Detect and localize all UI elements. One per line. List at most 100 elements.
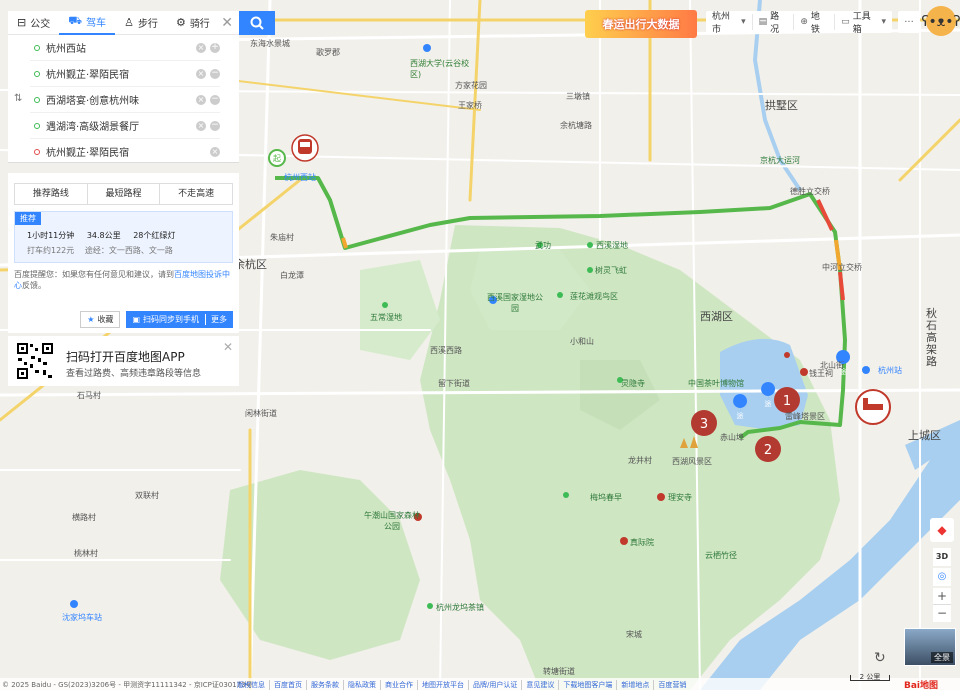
spring-travel-banner[interactable]: 春运出行大数据	[585, 10, 697, 38]
place-label: 转塘街道	[543, 667, 575, 676]
message-button[interactable]: ···	[898, 11, 920, 33]
footer-link[interactable]: 百度首页	[269, 680, 306, 690]
zoom-control: + −	[933, 588, 951, 622]
clear-icon[interactable]: ×	[196, 42, 206, 53]
footer-link[interactable]: 版权信息	[233, 680, 269, 690]
refresh-icon[interactable]: ↻	[874, 650, 886, 666]
tab-recommended-route[interactable]: 推荐路线	[15, 184, 88, 204]
remove-icon[interactable]: −	[210, 94, 220, 105]
more-button[interactable]: 更多	[205, 314, 227, 325]
tip-suffix: 反馈。	[22, 281, 46, 290]
place-label: 西溪西路	[430, 346, 462, 355]
avatar[interactable]: ʕ•ᴥ•ʔ	[921, 6, 960, 36]
place-label: 龙井村	[628, 456, 652, 465]
train-station-icon[interactable]	[291, 134, 319, 162]
waypoint-via-3[interactable]: 遇湖湾·高级湖景餐厅 × −	[30, 113, 220, 139]
add-icon[interactable]: +	[210, 42, 220, 53]
place-label: 五常湿地	[370, 313, 402, 322]
zoom-in-button[interactable]: +	[933, 588, 951, 605]
waypoint-name[interactable]: 杭州觐芷·翠陌民宿	[46, 66, 129, 81]
taxi-fare: 打车约122元	[27, 246, 75, 255]
clear-icon[interactable]: ×	[196, 68, 206, 79]
footer-link[interactable]: 下载地图客户端	[558, 680, 616, 690]
hotel-marker[interactable]	[855, 389, 891, 425]
waypoint-name[interactable]: 遇湖湾·高级湖景餐厅	[46, 118, 139, 133]
footer-link[interactable]: 服务条款	[306, 680, 343, 690]
waypoint-marker-1[interactable]: 1	[774, 387, 800, 413]
tab-drive[interactable]: ⛟ 驾车	[59, 11, 116, 35]
send-label: 扫码同步到手机	[143, 315, 199, 324]
footer-links: 版权信息 百度首页 服务条款 隐私政策 商业合作 地图开放平台 品牌/用户认证 …	[233, 680, 690, 690]
send-to-phone-button[interactable]: ▣ 扫码同步到手机 更多	[126, 311, 233, 328]
compass-button[interactable]: ◆	[930, 518, 954, 542]
waypoint-name[interactable]: 西湖塔宴·创意杭州味	[46, 92, 139, 107]
waypoint-name[interactable]: 杭州西站	[46, 40, 86, 55]
clear-icon[interactable]: ×	[196, 94, 206, 105]
app-download-promo: 扫码打开百度地图APP 查看过路费、高频违章路段等信息 ✕	[8, 336, 239, 386]
clear-icon[interactable]: ×	[196, 120, 206, 131]
waypoint-end[interactable]: 杭州觐芷·翠陌民宿 ×	[30, 139, 220, 165]
walk-icon: ♙	[124, 16, 134, 29]
place-label: 京杭大运河	[760, 156, 800, 165]
place-label: 余杭塘路	[560, 121, 592, 130]
start-marker[interactable]: 起	[268, 149, 286, 167]
waypoint-name[interactable]: 杭州觐芷·翠陌民宿	[46, 144, 129, 159]
waypoint-marker-3[interactable]: 3	[691, 410, 717, 436]
end-dot-icon	[34, 148, 40, 155]
remove-icon[interactable]: −	[210, 68, 220, 79]
footer-link[interactable]: 意见建议	[521, 680, 558, 690]
close-icon[interactable]: ✕	[223, 340, 233, 354]
waypoint-start[interactable]: 杭州西站 × +	[30, 35, 220, 61]
traffic-button[interactable]: ▤ 路况	[753, 12, 795, 35]
place-label: 石马村	[77, 391, 101, 400]
clear-icon[interactable]: ×	[210, 146, 220, 157]
place-label: 中国茶叶博物馆	[688, 379, 744, 388]
panorama-button[interactable]: 全景	[904, 628, 956, 666]
subway-button[interactable]: ⊕ 地铁	[794, 12, 836, 35]
tab-shortest-route[interactable]: 最短路程	[88, 184, 161, 204]
promo-subtitle: 查看过路费、高频违章路段等信息	[66, 369, 202, 379]
qr-code	[16, 342, 54, 380]
place-label: 西溪湿地	[596, 241, 628, 250]
footer-link[interactable]: 商业合作	[380, 680, 417, 690]
feedback-tip: 百度提醒您：如果您有任何意见和建议，请到百度地图投诉中心反馈。	[14, 269, 236, 291]
search-button[interactable]	[239, 11, 275, 35]
tab-walk[interactable]: ♙ 步行	[115, 11, 167, 35]
route-summary-card[interactable]: 推荐 1小时11分钟 34.8公里 28个红绿灯 打车约122元 途经：文一西路…	[14, 211, 233, 263]
toolbox-button[interactable]: ▭ 工具箱 ▾	[835, 12, 892, 35]
footer-link[interactable]: 品牌/用户认证	[468, 680, 521, 690]
footer-link[interactable]: 新增地点	[616, 680, 653, 690]
zoom-out-button[interactable]: −	[933, 605, 951, 622]
swap-icon[interactable]: ⇅	[14, 93, 22, 104]
place-label: 德胜立交桥	[790, 187, 830, 196]
city-label: 杭州市	[712, 12, 731, 35]
footer-link[interactable]: 百度营销	[653, 680, 690, 690]
waypoint-marker-2[interactable]: 2	[755, 436, 781, 462]
place-label: 云栖竹径	[705, 551, 737, 560]
close-icon[interactable]: ✕	[221, 15, 233, 31]
tab-no-highway[interactable]: 不走高速	[160, 184, 232, 204]
route-distance: 34.8公里	[86, 231, 121, 240]
toggle-3d-button[interactable]: 3D	[933, 548, 951, 566]
transport-mode-tabs: ⊟ 公交 ⛟ 驾车 ♙ 步行 ⚙ 骑行 ✕	[8, 11, 239, 35]
waypoint-via-2[interactable]: 西湖塔宴·创意杭州味 × −	[30, 87, 220, 113]
place-label: 杭州西站	[284, 173, 316, 182]
place-label: 真际院	[630, 538, 654, 547]
place-label: 王家桥	[458, 101, 482, 110]
waypoint-via-1[interactable]: 杭州觐芷·翠陌民宿 × −	[30, 61, 220, 87]
place-label: 西湖风景区	[672, 457, 712, 466]
footer-link[interactable]: 地图开放平台	[417, 680, 468, 690]
tab-bike-label: 骑行	[189, 19, 210, 30]
place-label: 留下街道	[438, 379, 470, 388]
route-actions: ★ 收藏 ▣ 扫码同步到手机 更多	[80, 311, 233, 328]
locate-button[interactable]: ◎	[933, 568, 951, 586]
favorite-button[interactable]: ★ 收藏	[80, 311, 121, 328]
tab-bus[interactable]: ⊟ 公交	[8, 11, 59, 35]
chevron-down-icon: ▾	[741, 17, 746, 27]
city-selector[interactable]: 杭州市 ▾	[706, 12, 753, 35]
footer-link[interactable]: 隐私政策	[343, 680, 380, 690]
route-via-roads: 途经：文一西路、文一路	[84, 246, 173, 255]
remove-icon[interactable]: −	[210, 120, 220, 131]
tab-bike[interactable]: ⚙ 骑行	[167, 11, 219, 35]
place-label: 宋城	[626, 630, 642, 639]
